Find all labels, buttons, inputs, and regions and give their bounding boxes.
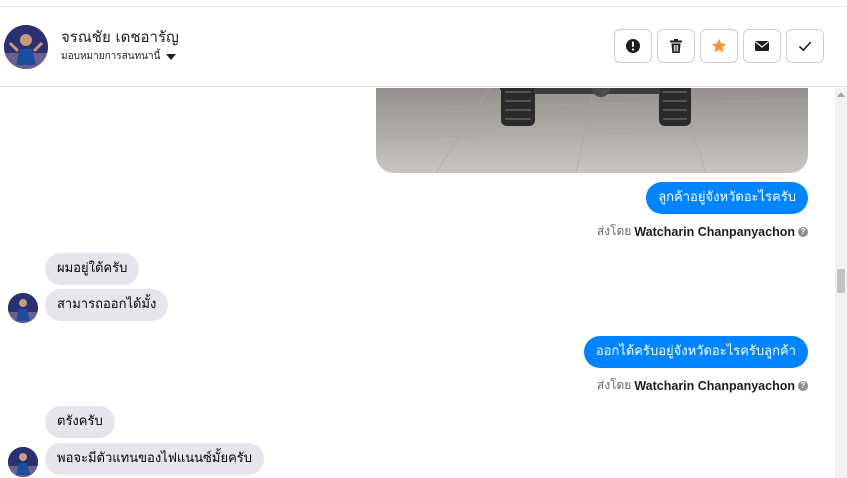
help-icon[interactable]: ? — [798, 226, 808, 237]
assign-conversation-dropdown[interactable]: มอบหมายการสนทนานี้ — [61, 49, 177, 64]
mark-unread-button[interactable] — [743, 29, 781, 63]
message-thread[interactable]: ลูกค้าอยู่จังหวัดอะไรครับ ส่งโดย Watchar… — [0, 88, 835, 478]
thread-scrollbar[interactable] — [835, 88, 847, 478]
outgoing-message[interactable]: ออกได้ครับอยู่จังหวัดอะไรครับลูกค้า — [583, 336, 808, 368]
spam-button[interactable] — [614, 29, 652, 63]
help-icon[interactable]: ? — [798, 380, 808, 391]
contact-avatar[interactable] — [4, 25, 48, 69]
star-button[interactable] — [700, 29, 738, 63]
checkmark-icon — [798, 41, 812, 52]
star-icon — [711, 38, 727, 53]
caret-down-icon — [166, 54, 177, 60]
envelope-icon — [755, 41, 769, 51]
header-actions — [614, 29, 824, 63]
incoming-message[interactable]: พอจะมีตัวแทนของไฟแนนซ์มั้ยครับ — [45, 443, 264, 475]
sender-name[interactable]: Watcharin Chanpanyachon — [634, 225, 795, 239]
conversation-header: จรณชัย เดชอารัญ มอบหมายการสนทนานี้ — [0, 7, 847, 87]
delete-button[interactable] — [657, 29, 695, 63]
scroll-thumb[interactable] — [837, 269, 845, 293]
contact-mini-avatar — [8, 293, 38, 323]
sent-by-line: ส่งโดย Watcharin Chanpanyachon ? — [597, 222, 808, 241]
sent-by-prefix: ส่งโดย — [596, 378, 632, 392]
contact-name[interactable]: จรณชัย เดชอารัญ — [61, 25, 179, 49]
sent-by-line: ส่งโดย Watcharin Chanpanyachon ? — [597, 376, 808, 395]
alert-circle-icon — [626, 39, 640, 53]
trash-icon — [670, 39, 682, 53]
sender-name[interactable]: Watcharin Chanpanyachon — [634, 379, 795, 393]
top-strip — [0, 0, 847, 7]
incoming-message[interactable]: สามารถออกได้มั้ง — [45, 289, 169, 321]
image-attachment[interactable] — [376, 88, 808, 173]
contact-mini-avatar — [8, 447, 38, 477]
outgoing-message[interactable]: ลูกค้าอยู่จังหวัดอะไรครับ — [646, 182, 808, 214]
done-button[interactable] — [786, 29, 824, 63]
incoming-message[interactable]: ผมอยู่ใต้ครับ — [45, 253, 140, 285]
scroll-up-arrow-icon[interactable] — [837, 92, 845, 97]
assign-label: มอบหมายการสนทนานี้ — [61, 51, 161, 62]
sent-by-prefix: ส่งโดย — [596, 224, 632, 238]
incoming-message[interactable]: ตรังครับ — [45, 406, 115, 438]
